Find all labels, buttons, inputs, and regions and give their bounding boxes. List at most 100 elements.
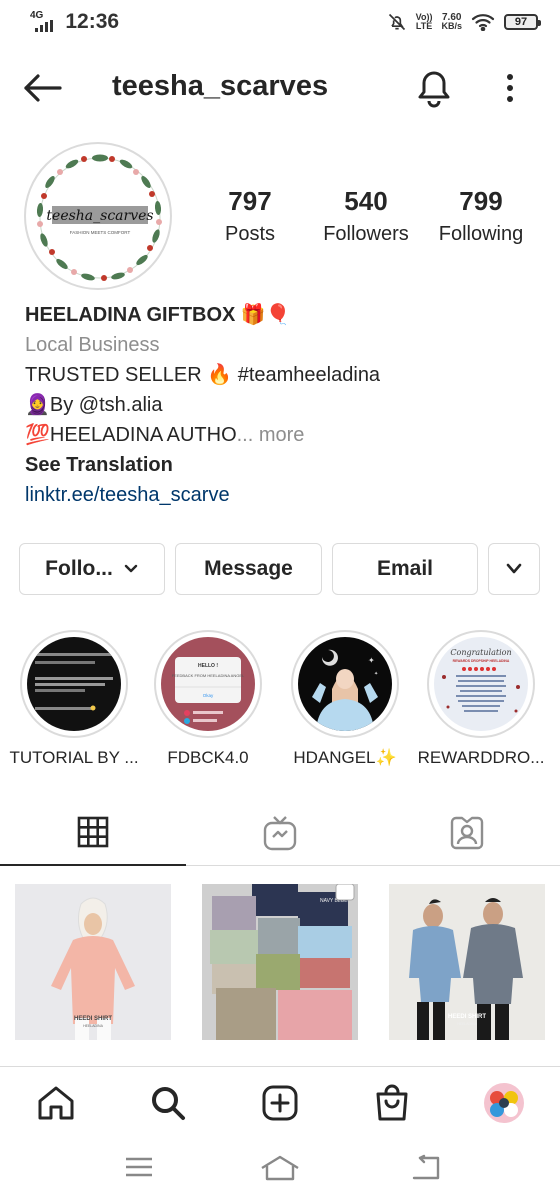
add-post-icon (262, 1085, 298, 1121)
highlight-cover-image: Congratulation REWARDS DROPSHIP HEELADIN… (434, 637, 528, 731)
back-button[interactable] (22, 72, 64, 104)
highlight-cover-image: ✦ ✦ (298, 637, 392, 731)
battery-level: 97 (514, 16, 528, 28)
follow-button[interactable]: Follo... (19, 543, 165, 595)
recent-apps-button[interactable] (122, 1154, 162, 1184)
clock: 12:36 (65, 10, 120, 33)
post-brand: HEELADINA (457, 1022, 478, 1026)
post-thumbnail[interactable]: HEEDI SHIRT HEELADINA (389, 884, 545, 1040)
highlight-tutorial[interactable]: TUTORIAL BY ... (4, 630, 144, 768)
nav-shop[interactable] (370, 1081, 414, 1125)
signal-icon (35, 20, 54, 32)
highlight-fdbck[interactable]: HELLO ! FEEDBACK FROM HEELADINA ANGEL Ok… (153, 630, 263, 768)
kebab-menu-icon (507, 74, 513, 102)
page-title: teesha_scarves (112, 70, 329, 102)
reward-subtitle: REWARDS DROPSHIP HEELADINA (453, 659, 510, 663)
bell-icon (418, 71, 450, 108)
profile-category: Local Business (25, 334, 160, 356)
profile-name: HEELADINA GIFTBOX 🎁🎈 (25, 304, 291, 326)
chevron-down-icon (124, 564, 138, 573)
see-translation-link[interactable]: See Translation (25, 450, 545, 480)
highlight-hdangel[interactable]: ✦ ✦ HDANGEL✨ (290, 630, 400, 768)
more-link[interactable]: ... more (237, 424, 305, 446)
arrow-left-icon (24, 74, 62, 102)
followers-count: 540 (344, 186, 388, 216)
posts-count: 797 (228, 186, 272, 216)
email-button[interactable]: Email (332, 543, 478, 595)
home-button[interactable] (260, 1154, 300, 1184)
suggested-accounts-button[interactable] (488, 543, 540, 595)
email-button-label: Email (376, 557, 434, 580)
stat-posts[interactable]: 797 Posts (212, 186, 288, 246)
fdbck-body: FEEDBACK FROM HEELADINA ANGEL (172, 673, 245, 678)
profile-bio: HEELADINA GIFTBOX 🎁🎈 Local Business TRUS… (25, 300, 545, 510)
profile-avatar[interactable]: teesha_scarves FASHION MEETS COMFORT (24, 142, 172, 290)
post-caption: HEEDI SHIRT (74, 1016, 112, 1022)
follow-button-label: Follo... (45, 557, 113, 580)
post-caption: HEEDI SHIRT (448, 1014, 486, 1020)
avatar (484, 1083, 524, 1123)
volte-indicator: Vo)) LTE (416, 13, 433, 31)
highlight-cover-image: HELLO ! FEEDBACK FROM HEELADINA ANGEL Ok… (161, 637, 255, 731)
followers-label: Followers (323, 223, 409, 245)
home-outline-icon (261, 1155, 299, 1181)
bottom-navigation (0, 1066, 560, 1136)
tab-tagged[interactable] (374, 800, 560, 866)
shopping-bag-icon (376, 1084, 408, 1121)
battery-icon: 97 (504, 14, 541, 30)
chevron-down-icon (506, 563, 522, 574)
svg-text:✦: ✦ (374, 671, 378, 677)
nav-search[interactable] (146, 1081, 190, 1125)
tagged-user-icon (450, 816, 484, 850)
network-type: 4G (30, 10, 44, 21)
tab-igtv[interactable] (187, 800, 373, 866)
stat-followers[interactable]: 540 Followers (316, 186, 416, 246)
highlight-cover-image (27, 637, 121, 731)
reward-title: Congratulation (450, 648, 511, 657)
post-brand: HEELADINA (83, 1024, 104, 1028)
fdbck-ok: Okay (203, 693, 214, 698)
tab-grid[interactable] (0, 800, 186, 866)
grid-icon (77, 816, 109, 848)
message-button-label: Message (204, 557, 293, 580)
nav-profile[interactable] (482, 1081, 526, 1125)
nav-create[interactable] (258, 1081, 302, 1125)
post-thumbnail[interactable]: HEEDI SHIRT HEELADINA (15, 884, 171, 1040)
data-speed: 7.60 KB/s (441, 13, 462, 31)
back-arrow-icon (412, 1154, 440, 1180)
following-label: Following (438, 223, 524, 245)
stat-following[interactable]: 799 Following (432, 186, 530, 246)
svg-text:✦: ✦ (368, 656, 375, 665)
bio-line: TRUSTED SELLER 🔥 #teamheeladina (25, 364, 381, 386)
post-thumbnail[interactable]: NAVY BLUE (202, 884, 358, 1040)
status-bar: 4G 12:36 Vo)) LTE 7.60 KB/s 97 (0, 0, 560, 44)
system-navigation-bar (0, 1140, 560, 1200)
speed-unit: KB/s (441, 21, 462, 31)
fdbck-title: HELLO ! (198, 663, 218, 669)
posts-label: Posts (224, 223, 276, 245)
highlight-label: REWARDDRO... (417, 748, 545, 767)
igtv-icon (263, 816, 297, 851)
floral-wreath-logo: teesha_scarves FASHION MEETS COMFORT (36, 154, 162, 281)
lte-label: LTE (415, 21, 433, 31)
avatar-logo-subtext: FASHION MEETS COMFORT (70, 230, 131, 235)
mute-icon (388, 13, 405, 31)
notifications-button[interactable] (414, 68, 454, 108)
nav-home[interactable] (34, 1081, 78, 1125)
following-count: 799 (459, 186, 503, 216)
bio-website-link[interactable]: linktr.ee/teesha_scarve (25, 480, 545, 510)
highlight-label: HDANGEL✨ (293, 748, 397, 767)
highlight-label: TUTORIAL BY ... (9, 748, 139, 767)
menu-lines-icon (126, 1157, 152, 1177)
search-icon (152, 1087, 185, 1120)
wifi-icon (471, 14, 495, 31)
profile-header: teesha_scarves (0, 60, 560, 116)
message-button[interactable]: Message (175, 543, 322, 595)
highlight-rewarddrop[interactable]: Congratulation REWARDS DROPSHIP HEELADIN… (414, 630, 548, 768)
bio-line-text: 💯HEELADINA AUTHO (25, 424, 237, 446)
avatar-logo-text: teesha_scarves (46, 208, 153, 224)
highlight-label: FDBCK4.0 (167, 748, 249, 767)
more-options-button[interactable] (496, 68, 524, 108)
system-back-button[interactable] (410, 1154, 450, 1184)
bio-line: 🧕By @tsh.alia (25, 394, 163, 416)
